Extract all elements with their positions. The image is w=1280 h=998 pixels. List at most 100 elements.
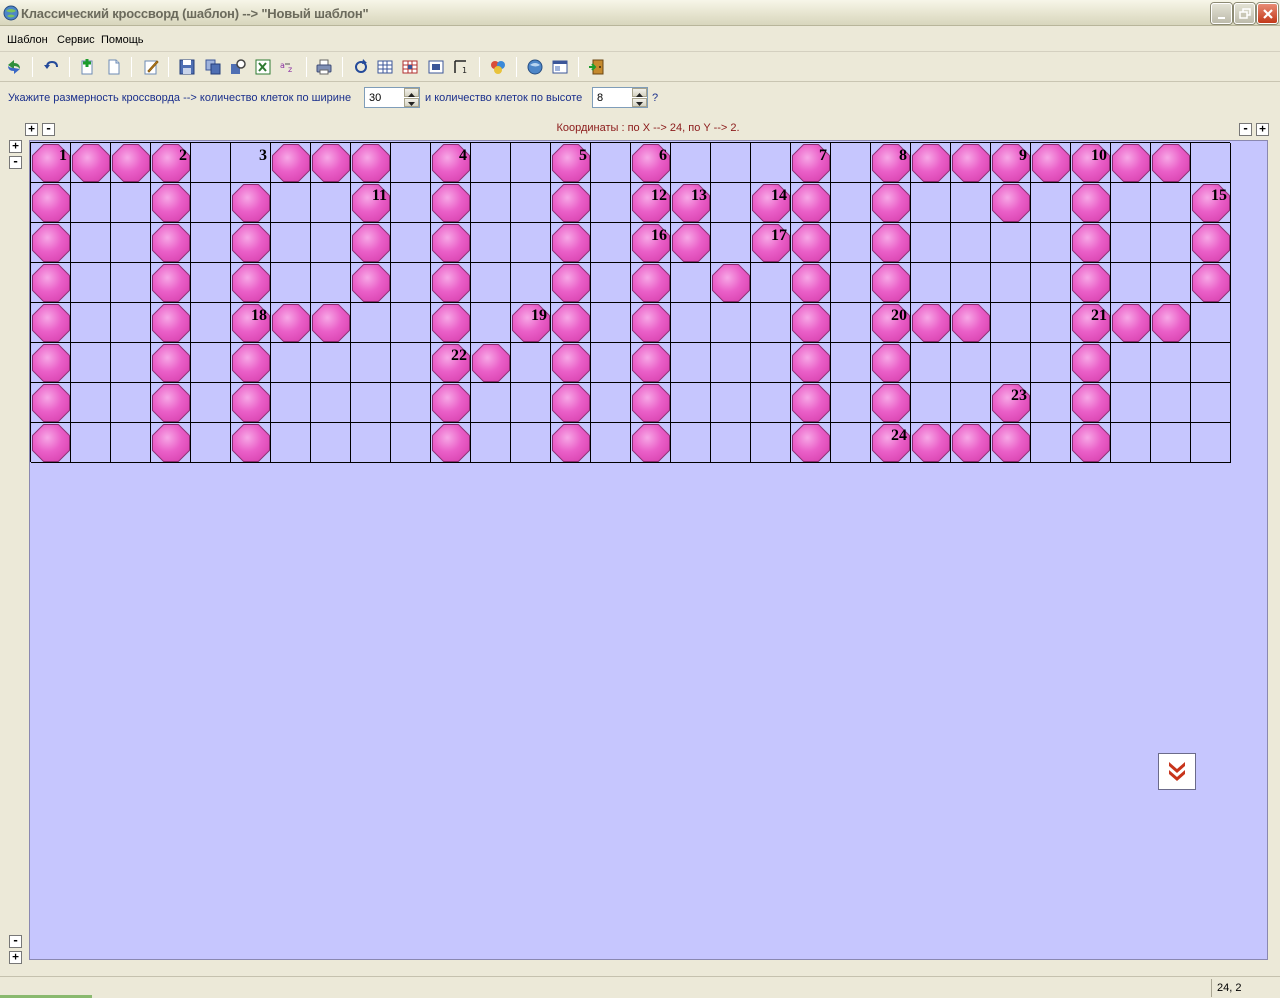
grid-cell[interactable] — [391, 263, 431, 303]
grid-cell[interactable] — [151, 383, 191, 423]
grid-cell[interactable] — [1111, 343, 1151, 383]
grid-cell[interactable] — [111, 383, 151, 423]
grid-cell[interactable] — [1151, 303, 1191, 343]
refresh-button[interactable] — [4, 57, 24, 77]
grid-cell[interactable] — [871, 183, 911, 223]
grid-cell[interactable] — [911, 343, 951, 383]
print-button[interactable] — [314, 57, 334, 77]
grid-cell[interactable] — [271, 183, 311, 223]
grid-cell[interactable] — [551, 383, 591, 423]
grid-cell[interactable] — [31, 303, 71, 343]
grid-cell[interactable] — [431, 223, 471, 263]
grid-cell[interactable]: 23 — [991, 383, 1031, 423]
grid-cell[interactable] — [1111, 383, 1151, 423]
width-input[interactable] — [365, 88, 405, 107]
grid-cell[interactable] — [311, 143, 351, 183]
grid-cell[interactable] — [191, 263, 231, 303]
height-up-button[interactable] — [632, 88, 647, 97]
grid-cell[interactable] — [671, 343, 711, 383]
grid-cell[interactable] — [511, 423, 551, 463]
grid-cell[interactable] — [991, 303, 1031, 343]
grid-cell[interactable]: 21 — [1071, 303, 1111, 343]
grid-cell[interactable] — [1031, 143, 1071, 183]
grid-cell[interactable] — [751, 383, 791, 423]
grid-cell[interactable]: 22 — [431, 343, 471, 383]
grid-cell[interactable] — [351, 143, 391, 183]
grid-cell[interactable] — [591, 423, 631, 463]
add-row-top-button[interactable]: + — [9, 140, 22, 153]
grid-cell[interactable] — [151, 183, 191, 223]
grid-cell[interactable]: 5 — [551, 143, 591, 183]
grid-cell[interactable] — [471, 223, 511, 263]
grid-cell[interactable] — [471, 303, 511, 343]
add-column-right-button[interactable]: + — [1256, 123, 1269, 136]
grid-cell[interactable] — [71, 143, 111, 183]
grid-cell[interactable] — [551, 423, 591, 463]
grid-cell[interactable]: 1 — [31, 143, 71, 183]
add-row-bottom-button[interactable]: + — [9, 951, 22, 964]
crossword-grid[interactable]: 1 2 3 4 5 6 7 8 9 10 11 12 13 14 15 16 17 18 19 20 21 22 23 24 — [30, 142, 1231, 463]
grid-cell[interactable] — [311, 223, 351, 263]
grid-cell[interactable] — [751, 263, 791, 303]
close-button[interactable] — [1257, 3, 1278, 24]
grid-cell[interactable] — [511, 223, 551, 263]
grid-cell[interactable] — [311, 423, 351, 463]
grid-cell[interactable] — [871, 223, 911, 263]
grid-cell[interactable] — [191, 423, 231, 463]
grid-cell[interactable] — [471, 383, 511, 423]
grid-cell[interactable] — [831, 343, 871, 383]
grid-corner-button[interactable]: 1 — [451, 57, 471, 77]
grid-cell[interactable] — [711, 263, 751, 303]
grid-cell[interactable] — [271, 423, 311, 463]
grid-cell[interactable] — [1191, 263, 1231, 303]
grid-cell[interactable] — [431, 303, 471, 343]
grid-cell[interactable] — [471, 423, 511, 463]
grid-cell[interactable] — [1191, 423, 1231, 463]
grid-cell[interactable] — [751, 143, 791, 183]
grid-cell[interactable] — [951, 183, 991, 223]
grid-cell[interactable] — [111, 423, 151, 463]
grid-cell[interactable] — [791, 183, 831, 223]
grid-cell[interactable] — [71, 343, 111, 383]
width-up-button[interactable] — [404, 88, 419, 97]
grid-cell[interactable] — [751, 423, 791, 463]
grid-cell[interactable] — [111, 183, 151, 223]
add-button[interactable] — [77, 57, 97, 77]
grid-cell[interactable] — [671, 383, 711, 423]
grid-cell[interactable] — [111, 263, 151, 303]
grid-color-button[interactable] — [400, 57, 420, 77]
grid-cell[interactable] — [151, 263, 191, 303]
grid-cell[interactable]: 24 — [871, 423, 911, 463]
grid-cell[interactable] — [911, 143, 951, 183]
grid-cell[interactable] — [711, 303, 751, 343]
width-down-button[interactable] — [404, 98, 419, 107]
grid-cell[interactable] — [511, 343, 551, 383]
save-button[interactable] — [177, 57, 197, 77]
undo-button[interactable] — [41, 57, 61, 77]
grid-cell[interactable] — [831, 263, 871, 303]
grid-cell[interactable] — [71, 383, 111, 423]
grid-cell[interactable] — [471, 143, 511, 183]
minimize-button[interactable] — [1211, 3, 1232, 24]
grid-cell[interactable] — [311, 383, 351, 423]
grid-cell[interactable] — [351, 383, 391, 423]
grid-cell[interactable] — [991, 223, 1031, 263]
grid-cell[interactable] — [1031, 183, 1071, 223]
grid-cell[interactable] — [791, 423, 831, 463]
height-spinner[interactable] — [592, 87, 648, 108]
grid-cell[interactable] — [511, 143, 551, 183]
grid-cell[interactable]: 9 — [991, 143, 1031, 183]
grid-cell[interactable] — [991, 423, 1031, 463]
grid-cell[interactable] — [711, 223, 751, 263]
grid-cell[interactable] — [1151, 383, 1191, 423]
grid-cell[interactable] — [391, 423, 431, 463]
grid-cell[interactable] — [591, 343, 631, 383]
grid-cell[interactable] — [191, 383, 231, 423]
grid-cell[interactable] — [231, 183, 271, 223]
grid-cell[interactable] — [991, 263, 1031, 303]
grid-cell[interactable] — [1111, 303, 1151, 343]
grid-cell[interactable] — [1031, 423, 1071, 463]
grid-cell[interactable] — [671, 223, 711, 263]
grid-cell[interactable] — [951, 143, 991, 183]
grid-cell[interactable]: 14 — [751, 183, 791, 223]
